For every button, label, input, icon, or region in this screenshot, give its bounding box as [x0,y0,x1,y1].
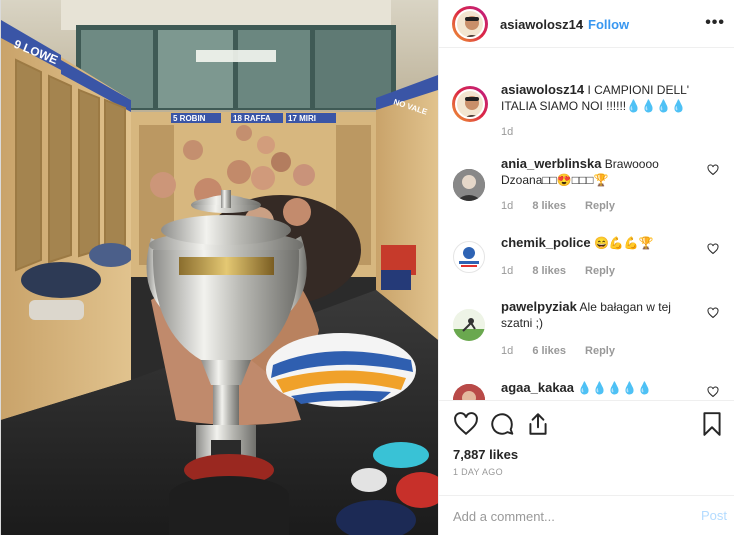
commenter-avatar[interactable] [453,309,485,341]
locker-label: 5 ROBIN [173,114,206,123]
add-comment-bar: Post [439,495,734,536]
post-header: asiawolosz14 • Follow ••• [439,0,734,48]
post-comment-button[interactable]: Post [701,508,727,523]
comment-username[interactable]: agaa_kakaa [501,380,574,395]
commenter-avatar[interactable] [453,384,485,400]
likes-count[interactable]: 7,887 likes [453,447,518,462]
bookmark-icon[interactable] [699,411,725,437]
avatar[interactable] [455,9,485,39]
comment-username[interactable]: chemik_police [501,235,591,250]
comment-meta: 1d 8 likes Reply [501,200,631,212]
comment-body: agaa_kakaa 💧💧💧💧💧 [501,380,701,396]
comment-username[interactable]: pawelpyziak [501,299,577,314]
comment-body: pawelpyziak Ale bałagan w tej szatni ;) [501,299,701,331]
comment-body: chemik_police 😄💪💪🏆 [501,235,701,251]
comment-icon[interactable] [489,411,515,437]
header-separator: • [578,17,582,29]
post-photo[interactable]: 9 LOWE 5 ROBIN 18 RAFFA 17 MIRI NO VALE [1,0,438,535]
add-comment-input[interactable] [453,506,673,526]
follow-button[interactable]: Follow [588,17,629,32]
comment-likes[interactable]: 8 likes [532,265,566,277]
locker-label: 18 RAFFA [233,114,271,123]
reply-button[interactable]: Reply [585,265,615,277]
reply-button[interactable]: Reply [585,345,615,357]
comment-username[interactable]: ania_werblinska [501,156,601,171]
commenter-avatar[interactable] [453,241,485,273]
caption-time[interactable]: 1d [501,126,513,138]
comment-like-heart-icon[interactable] [707,164,719,176]
locker-room-photo: 9 LOWE5 ROBIN 18 RAFFA 17 MIRINO VALE [1,0,438,535]
caption-avatar[interactable] [455,89,485,119]
comment-meta: 1d 6 likes Reply [501,345,631,357]
comment-text: 😄💪💪🏆 [593,236,654,250]
comment-item: agaa_kakaa 💧💧💧💧💧 [439,380,734,400]
comment-meta: 1d 8 likes Reply [501,265,631,277]
post-timestamp[interactable]: 1 DAY AGO [453,467,503,477]
caption-body: asiawolosz14 I CAMPIONI DELL' ITALIA SIA… [501,82,723,114]
reply-button[interactable]: Reply [585,200,615,212]
comment-like-heart-icon[interactable] [707,243,719,255]
comment-like-heart-icon[interactable] [707,307,719,319]
post-actions: 7,887 likes 1 DAY AGO Post [439,400,734,536]
post-sidebar: asiawolosz14 • Follow ••• asiawolosz14 I… [438,0,734,535]
comment-text: 💧💧💧💧💧 [577,381,653,395]
caption-username[interactable]: asiawolosz14 [501,82,584,97]
comment-like-heart-icon[interactable] [707,386,719,398]
comment-body: ania_werblinska Brawoooo Dzoana□□😍□□□🏆 [501,156,701,188]
comment-time[interactable]: 1d [501,200,513,212]
comment-likes[interactable]: 6 likes [532,345,566,357]
caption-meta: 1d [501,126,529,138]
more-options-icon[interactable]: ••• [705,14,725,32]
commenter-avatar[interactable] [453,169,485,201]
comment-time[interactable]: 1d [501,345,513,357]
heart-icon[interactable] [453,411,479,437]
instagram-post: 9 LOWE 5 ROBIN 18 RAFFA 17 MIRI NO VALE asia… [0,0,734,535]
comment-time[interactable]: 1d [501,265,513,277]
post-author-username[interactable]: asiawolosz14 [500,17,583,32]
locker-label: 17 MIRI [288,114,316,123]
comment-likes[interactable]: 8 likes [532,200,566,212]
share-icon[interactable] [525,411,551,437]
